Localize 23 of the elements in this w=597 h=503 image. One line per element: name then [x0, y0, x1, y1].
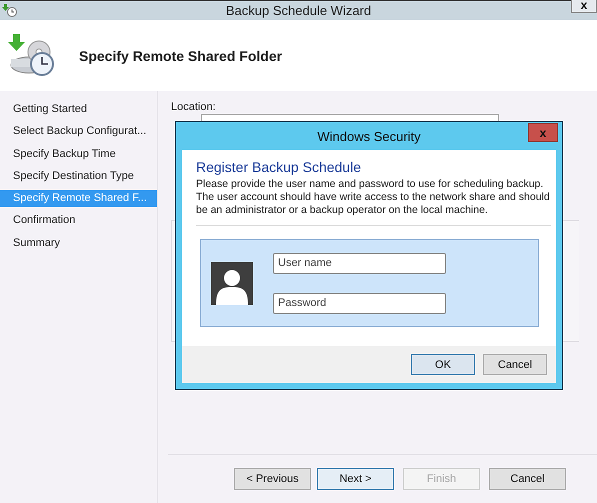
dialog-message: Please provide the user name and password to use for scheduling backup. The user account should have write access to the network share and should be an administrator or a backup operator on the local machine. [196, 178, 551, 226]
user-avatar-icon [211, 262, 253, 304]
dialog-button[interactable]: OK [411, 354, 475, 375]
wizard-button[interactable]: Cancel [489, 468, 566, 490]
credential-field[interactable]: User name [273, 252, 446, 274]
dialog-title: Windows Security [317, 128, 421, 144]
close-button[interactable]: x [528, 123, 558, 142]
wizard-button[interactable]: < Previous [234, 468, 311, 490]
step-item[interactable]: Specify Destination Type [0, 168, 157, 185]
step-item[interactable]: Getting Started [0, 101, 157, 118]
wizard-button[interactable]: Next > [317, 468, 394, 490]
step-item[interactable]: Specify Backup Time [0, 146, 157, 163]
dialog-button[interactable]: Cancel [483, 354, 547, 375]
dialog-heading: Register Backup Schedule [196, 159, 362, 175]
step-item[interactable]: Select Backup Configurat... [0, 123, 157, 140]
location-label: Location: [171, 101, 217, 113]
step-item[interactable]: Confirmation [0, 212, 157, 230]
backup-clock-icon [2, 3, 18, 17]
close-button[interactable]: x [571, 0, 597, 13]
credential-field[interactable]: Password [273, 292, 446, 314]
page-heading: Specify Remote Shared Folder [79, 48, 282, 64]
window-title: Backup Schedule Wizard [226, 3, 372, 18]
step-item[interactable]: Summary [0, 234, 157, 252]
